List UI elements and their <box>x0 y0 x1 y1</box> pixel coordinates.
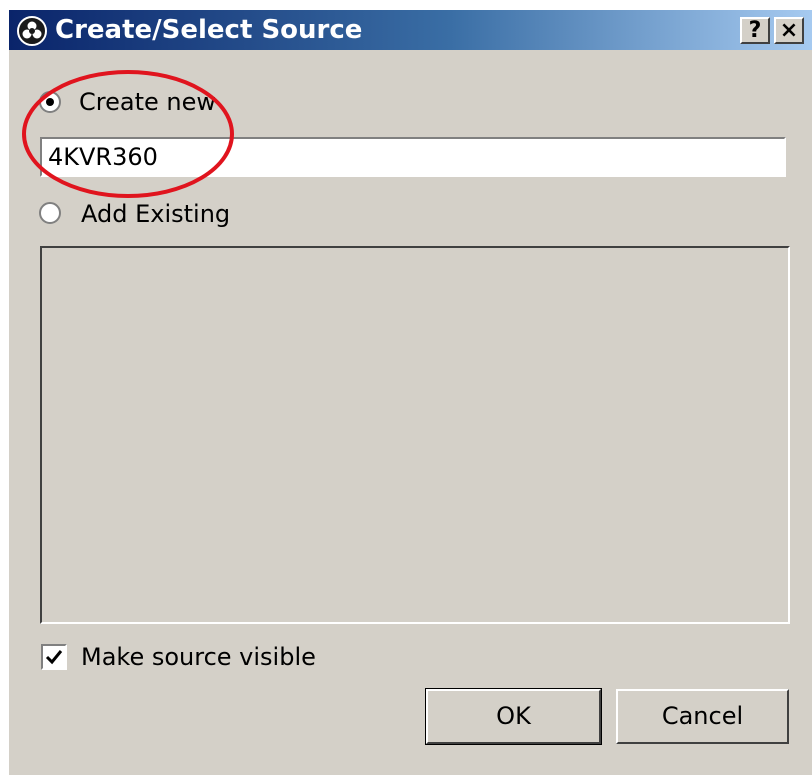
create-new-radio[interactable] <box>39 91 61 113</box>
ok-button[interactable]: OK <box>425 688 602 745</box>
make-visible-label[interactable]: Make source visible <box>81 643 316 671</box>
existing-sources-list[interactable] <box>40 246 790 624</box>
create-new-label[interactable]: Create new <box>79 88 216 116</box>
add-existing-radio[interactable] <box>39 202 61 224</box>
window-title: Create/Select Source <box>55 15 363 45</box>
add-existing-label[interactable]: Add Existing <box>81 200 230 228</box>
make-visible-checkbox[interactable] <box>41 644 67 670</box>
checkmark-icon <box>45 650 63 665</box>
radio-selected-dot <box>46 98 54 106</box>
obs-logo-icon <box>17 16 47 46</box>
source-name-input[interactable] <box>40 137 786 177</box>
title-bar[interactable]: Create/Select Source ? × <box>9 10 812 50</box>
cancel-button[interactable]: Cancel <box>616 689 789 744</box>
help-button[interactable]: ? <box>740 17 770 44</box>
create-select-source-dialog: Create/Select Source ? × Create new Add … <box>9 10 812 775</box>
close-button[interactable]: × <box>774 17 804 44</box>
